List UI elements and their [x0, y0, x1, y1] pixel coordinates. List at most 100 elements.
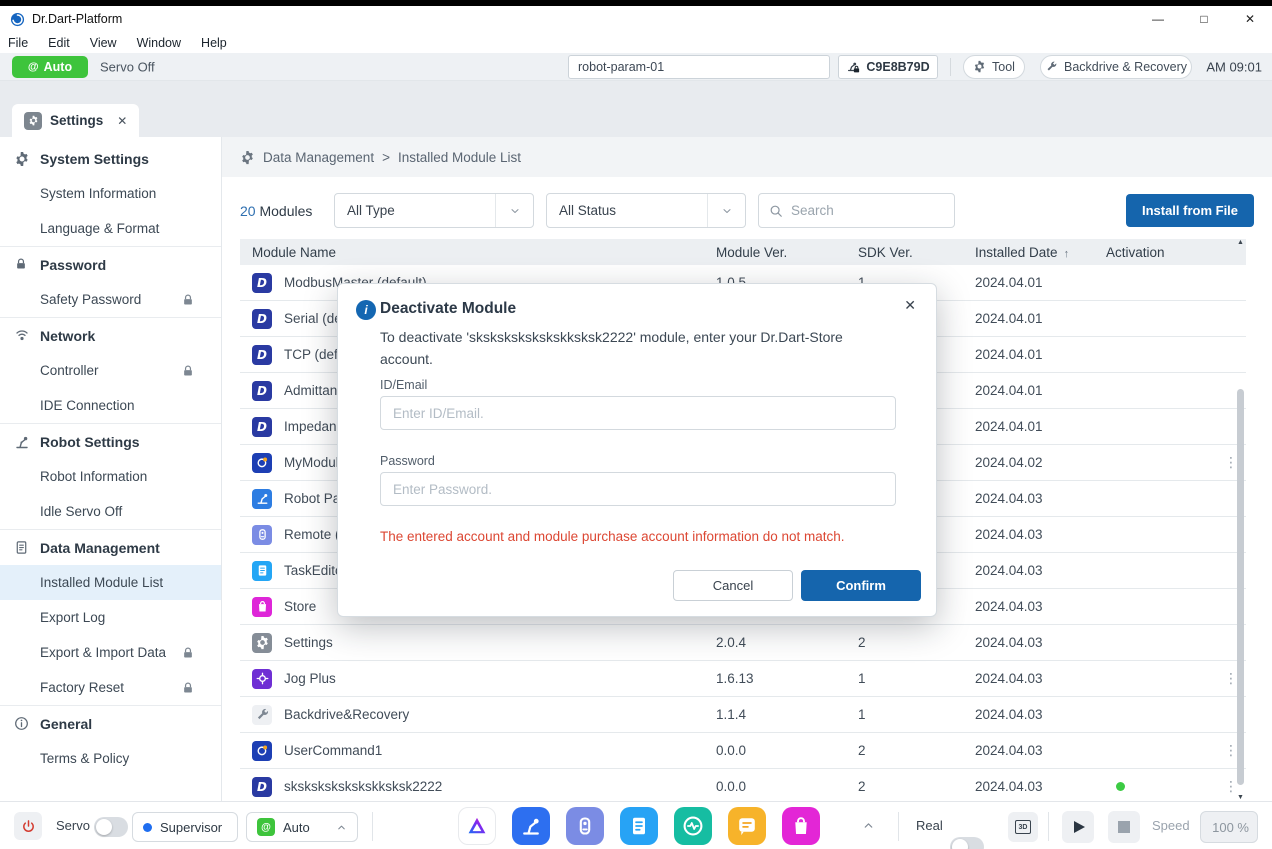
- installed-date: 2024.04.03: [963, 563, 1094, 578]
- confirm-button[interactable]: Confirm: [801, 570, 921, 601]
- menu-window[interactable]: Window: [137, 36, 181, 50]
- col-sdk-ver[interactable]: SDK Ver.: [846, 245, 963, 260]
- doosan-module-icon: D: [252, 309, 272, 329]
- install-from-file-button[interactable]: Install from File: [1126, 194, 1254, 227]
- sidebar-item-installed-module-list[interactable]: Installed Module List: [0, 565, 221, 600]
- 3d-view-button[interactable]: 3D: [1008, 812, 1038, 842]
- robot-param-input[interactable]: [568, 55, 830, 79]
- cancel-button[interactable]: Cancel: [673, 570, 793, 601]
- installed-date: 2024.04.03: [963, 707, 1094, 722]
- speed-label: Speed: [1152, 818, 1190, 833]
- maximize-button[interactable]: □: [1196, 12, 1212, 26]
- auto-mode-badge[interactable]: @ Auto: [12, 56, 88, 78]
- sidebar-item-language-format[interactable]: Language & Format: [0, 211, 221, 246]
- installed-date: 2024.04.03: [963, 599, 1094, 614]
- play-button[interactable]: [1062, 811, 1094, 843]
- breadcrumb-parent[interactable]: Data Management: [263, 150, 374, 165]
- sidebar-item-export-import-data[interactable]: Export & Import Data: [0, 635, 221, 670]
- search-input[interactable]: [791, 203, 944, 218]
- status-filter-select[interactable]: All Status: [546, 193, 746, 228]
- home-app-icon[interactable]: [458, 807, 496, 845]
- type-filter-select[interactable]: All Type: [334, 193, 534, 228]
- tab-settings[interactable]: Settings ✕: [12, 104, 139, 137]
- jogplus-module-icon: [252, 669, 272, 689]
- sidebar-item-safety-password[interactable]: Safety Password: [0, 282, 221, 317]
- servo-toggle[interactable]: [94, 817, 128, 837]
- remote-app-icon[interactable]: [566, 807, 604, 845]
- table-row[interactable]: Backdrive&Recovery1.1.412024.04.03: [240, 697, 1246, 733]
- device-id-button[interactable]: C9E8B79D: [838, 55, 938, 79]
- usercmd-module-icon: [252, 741, 272, 761]
- power-button[interactable]: [14, 812, 42, 840]
- vertical-scrollbar[interactable]: ▲ ▼: [1235, 239, 1246, 801]
- col-module-ver[interactable]: Module Ver.: [704, 245, 846, 260]
- robot-app-icon[interactable]: [512, 807, 550, 845]
- minimize-button[interactable]: —: [1150, 12, 1166, 26]
- settings-gear-icon: [24, 112, 42, 130]
- power-icon: [21, 819, 36, 834]
- mode-selector[interactable]: @ Auto: [246, 812, 358, 842]
- taskeditor-app-icon[interactable]: [620, 807, 658, 845]
- taskbar-divider: [1048, 812, 1049, 841]
- 3d-icon: 3D: [1015, 820, 1031, 834]
- tab-close-icon[interactable]: ✕: [117, 114, 127, 128]
- table-row[interactable]: UserCommand10.0.022024.04.03⋮: [240, 733, 1246, 769]
- sidebar-item-system-information[interactable]: System Information: [0, 176, 221, 211]
- password-field[interactable]: [380, 472, 896, 506]
- message-app-icon[interactable]: [728, 807, 766, 845]
- sidebar-section-system-settings[interactable]: System Settings: [0, 141, 221, 176]
- search-box[interactable]: [758, 193, 955, 228]
- sdk-version: 1: [846, 707, 963, 722]
- menu-help[interactable]: Help: [201, 36, 227, 50]
- taskeditor-module-icon: [252, 561, 272, 581]
- robot-lock-icon: [846, 60, 860, 74]
- store-module-icon: [252, 597, 272, 617]
- table-row[interactable]: Settings2.0.422024.04.03: [240, 625, 1246, 661]
- table-row[interactable]: Dskskskskskskskksksk22220.0.022024.04.03…: [240, 769, 1246, 801]
- id-email-field[interactable]: [380, 396, 896, 430]
- module-name: skskskskskskskksksk2222: [284, 779, 442, 794]
- menu-edit[interactable]: Edit: [48, 36, 70, 50]
- gear-icon: [14, 151, 30, 167]
- speed-value-field[interactable]: 100 %: [1200, 811, 1258, 843]
- role-selector[interactable]: Supervisor: [132, 812, 238, 842]
- chevron-up-icon[interactable]: [862, 819, 875, 832]
- sidebar-section-robot-settings[interactable]: Robot Settings: [0, 424, 221, 459]
- sidebar-item-robot-information[interactable]: Robot Information: [0, 459, 221, 494]
- sort-ascending-icon[interactable]: ↑: [1064, 248, 1070, 260]
- real-mode-toggle[interactable]: [950, 837, 984, 849]
- monitoring-app-icon[interactable]: [674, 807, 712, 845]
- table-row[interactable]: Jog Plus1.6.1312024.04.03⋮: [240, 661, 1246, 697]
- sidebar-section-password[interactable]: Password: [0, 247, 221, 282]
- menu-view[interactable]: View: [90, 36, 117, 50]
- store-app-icon[interactable]: [782, 807, 820, 845]
- dialog-close-icon[interactable]: ✕: [904, 297, 916, 314]
- role-status-dot: [143, 823, 152, 832]
- scroll-down-icon[interactable]: ▼: [1235, 794, 1246, 801]
- scrollbar-thumb[interactable]: [1237, 389, 1244, 785]
- module-version: 2.0.4: [704, 635, 846, 650]
- sidebar-item-ide-connection[interactable]: IDE Connection: [0, 388, 221, 423]
- stop-button[interactable]: [1108, 811, 1140, 843]
- col-module-name[interactable]: Module Name: [240, 245, 704, 260]
- sidebar-item-controller[interactable]: Controller: [0, 353, 221, 388]
- installed-date: 2024.04.03: [963, 671, 1094, 686]
- sidebar-item-idle-servo-off[interactable]: Idle Servo Off: [0, 494, 221, 529]
- sidebar-section-general[interactable]: General: [0, 706, 221, 741]
- sidebar-item-factory-reset[interactable]: Factory Reset: [0, 670, 221, 705]
- tool-button[interactable]: Tool: [963, 55, 1025, 79]
- col-installed-date[interactable]: Installed Date↑: [963, 245, 1094, 260]
- installed-date: 2024.04.01: [963, 311, 1094, 326]
- module-name: Store: [284, 599, 316, 614]
- close-button[interactable]: ✕: [1242, 12, 1258, 26]
- chevron-down-icon: [495, 194, 533, 227]
- col-activation[interactable]: Activation: [1094, 245, 1206, 260]
- menu-file[interactable]: File: [8, 36, 28, 50]
- sidebar-item-terms-policy[interactable]: Terms & Policy: [0, 741, 221, 776]
- error-message: The entered account and module purchase …: [380, 527, 870, 546]
- sidebar-item-export-log[interactable]: Export Log: [0, 600, 221, 635]
- backdrive-recovery-button[interactable]: Backdrive & Recovery: [1040, 55, 1192, 79]
- scroll-up-icon[interactable]: ▲: [1235, 239, 1246, 246]
- sidebar-section-data-management[interactable]: Data Management: [0, 530, 221, 565]
- sidebar-section-network[interactable]: Network: [0, 318, 221, 353]
